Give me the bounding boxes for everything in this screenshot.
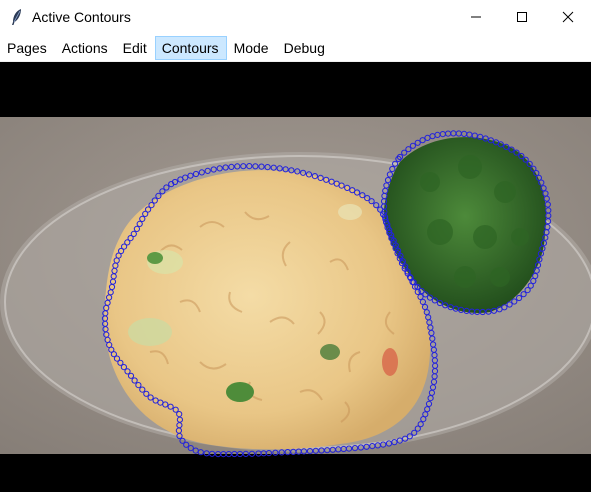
menu-pages[interactable]: Pages bbox=[0, 36, 55, 60]
maximize-icon bbox=[517, 12, 527, 22]
menu-edit[interactable]: Edit bbox=[116, 36, 155, 60]
title-bar: Active Contours bbox=[0, 0, 591, 34]
image-canvas[interactable] bbox=[0, 62, 591, 492]
menu-contours[interactable]: Contours bbox=[154, 36, 227, 60]
menu-bar: Pages Actions Edit Contours Mode Debug bbox=[0, 35, 591, 62]
feather-icon bbox=[12, 9, 21, 25]
menu-actions[interactable]: Actions bbox=[55, 36, 116, 60]
window-controls bbox=[453, 0, 591, 34]
close-button[interactable] bbox=[545, 0, 591, 34]
letterbox-bottom bbox=[0, 454, 591, 492]
maximize-button[interactable] bbox=[499, 0, 545, 34]
close-icon bbox=[562, 11, 574, 23]
letterbox-top bbox=[0, 62, 591, 117]
minimize-icon bbox=[471, 16, 481, 18]
menu-debug[interactable]: Debug bbox=[277, 36, 333, 60]
menu-mode[interactable]: Mode bbox=[227, 36, 277, 60]
minimize-button[interactable] bbox=[453, 0, 499, 34]
photo-view bbox=[0, 62, 591, 492]
window-title: Active Contours bbox=[32, 9, 131, 25]
